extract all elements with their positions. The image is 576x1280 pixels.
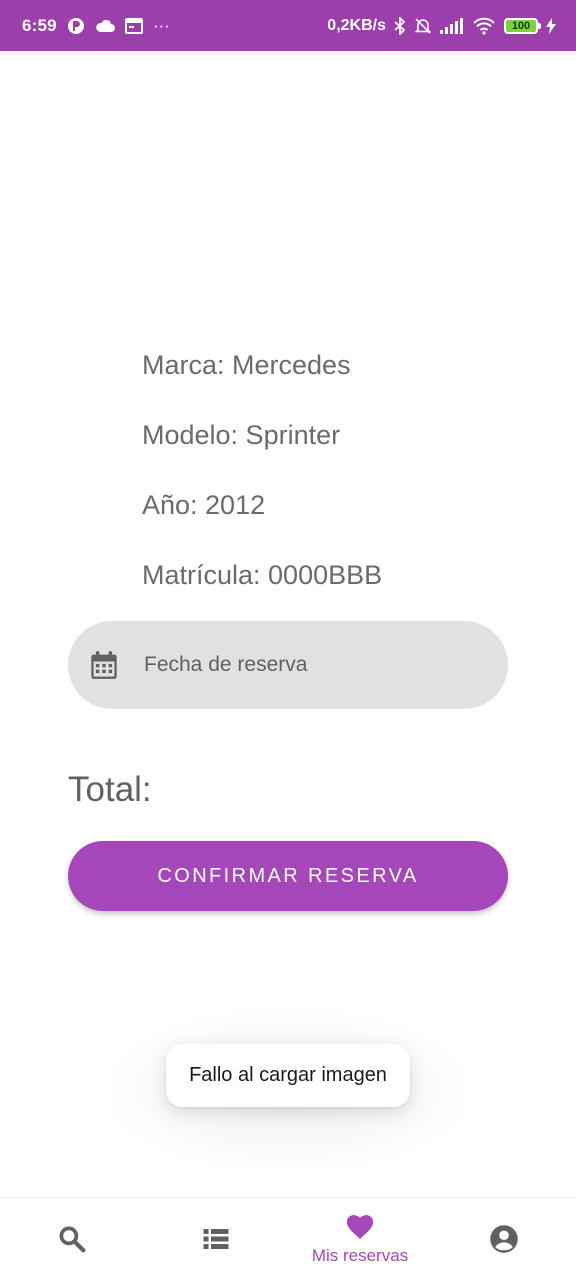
vehicle-plate: Matrícula: 0000BBB xyxy=(142,560,383,590)
battery-icon: 100 xyxy=(504,17,541,34)
toast-message: Fallo al cargar imagen xyxy=(189,1064,387,1086)
nav-item-account[interactable] xyxy=(432,1198,576,1280)
vehicle-model: Modelo: Sprinter xyxy=(142,420,341,450)
search-icon xyxy=(59,1226,86,1253)
cloud-icon xyxy=(95,19,115,33)
more-notifications-icon: ··· xyxy=(152,15,170,35)
mute-bell-icon xyxy=(414,17,432,35)
bottom-navigation: Mis reservas xyxy=(0,1197,576,1280)
wifi-icon xyxy=(472,17,496,35)
reservation-date-field[interactable]: Fecha de reserva xyxy=(68,621,508,709)
calendar-notification-icon xyxy=(124,17,143,34)
status-bar: 6:59 ··· 0,2KB/s 100 xyxy=(0,0,576,51)
list-icon xyxy=(203,1229,229,1249)
total-label: Total: xyxy=(68,770,152,809)
reservation-date-label: Fecha de reserva xyxy=(144,653,308,676)
nav-item-list[interactable] xyxy=(144,1198,288,1280)
nav-label-my-reservations: Mis reservas xyxy=(311,1246,409,1265)
nav-item-my-reservations[interactable]: Mis reservas xyxy=(288,1198,432,1280)
bluetooth-icon xyxy=(394,16,406,35)
confirm-reservation-button[interactable]: CONFIRMAR RESERVA xyxy=(68,841,508,911)
calendar-icon xyxy=(91,651,117,679)
signal-icon xyxy=(440,17,464,34)
status-left: 6:59 ··· xyxy=(22,16,170,36)
vehicle-details: Marca: Mercedes Modelo: Sprinter Año: 20… xyxy=(142,340,382,620)
heart-icon xyxy=(346,1215,374,1239)
app-notification-icon xyxy=(67,17,85,35)
network-speed: 0,2KB/s xyxy=(327,16,386,34)
error-toast: Fallo al cargar imagen xyxy=(166,1044,410,1107)
status-time: 6:59 xyxy=(22,15,57,35)
vehicle-brand: Marca: Mercedes xyxy=(142,350,351,380)
account-icon xyxy=(490,1225,518,1253)
charging-icon xyxy=(546,17,556,34)
status-right: 0,2KB/s 100 xyxy=(327,16,556,35)
nav-item-search[interactable] xyxy=(0,1198,144,1280)
vehicle-year: Año: 2012 xyxy=(142,490,266,520)
